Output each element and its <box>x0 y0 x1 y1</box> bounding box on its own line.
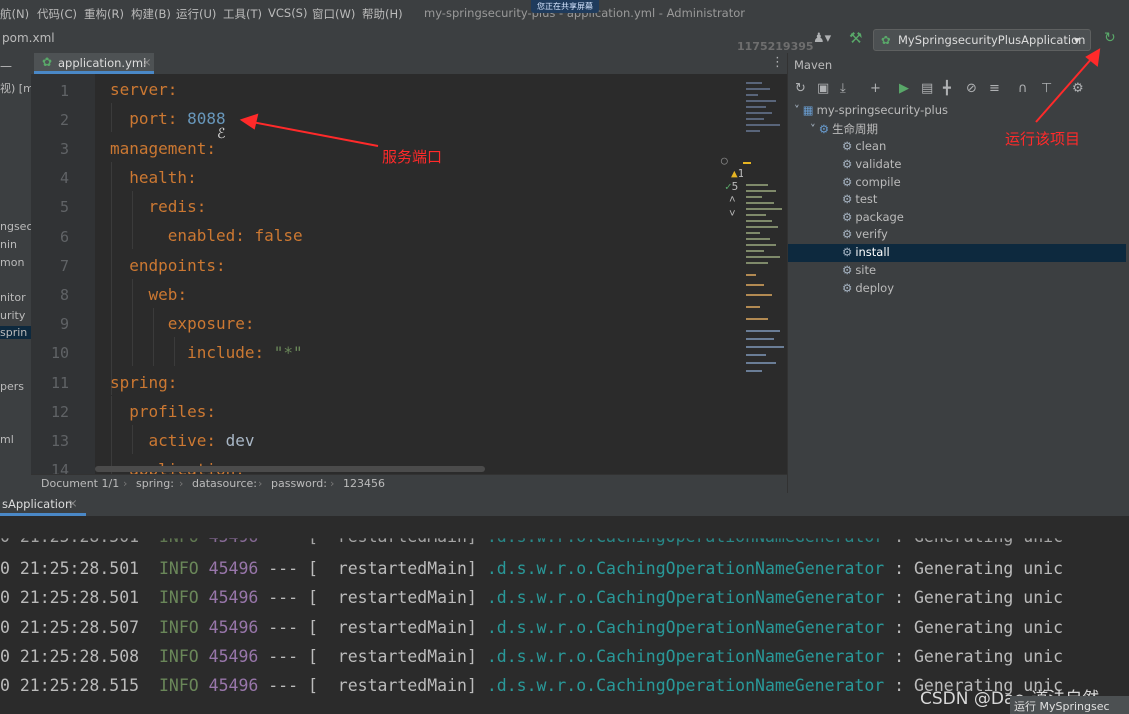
log-line-partial: 0 21:25:28.501 INFO 45496 --- [ restarte… <box>0 527 1064 546</box>
port-arrow-line <box>251 121 379 147</box>
port-arrow-head <box>239 113 259 130</box>
tab-run-application[interactable]: sApplication × <box>0 493 86 516</box>
run-tool-window-tabs: sApplication × <box>0 493 1129 517</box>
log-line: 0 21:25:28.515 INFO 45496 --- [ restarte… <box>0 676 1064 695</box>
log-line: 0 21:25:28.507 INFO 45496 --- [ restarte… <box>0 617 1064 637</box>
run-arrow-line <box>1035 56 1094 123</box>
log-line: 0 21:25:28.501 INFO 45496 --- [ restarte… <box>0 559 1064 578</box>
bottom-run-label: 运行 MySpringsec <box>1014 700 1110 713</box>
port-annotation: 服务端口 <box>382 148 443 166</box>
log-line: 0 21:25:28.508 INFO 45496 --- [ restarte… <box>0 646 1064 666</box>
bottom-run-tab[interactable]: 运行 MySpringsec <box>1010 696 1129 714</box>
run-annotation: 运行该项目 <box>1005 130 1081 148</box>
close-icon[interactable]: × <box>68 496 78 510</box>
run-tab-label: sApplication <box>2 497 73 511</box>
log-line: 0 21:25:28.501 INFO 45496 --- [ restarte… <box>0 588 1064 608</box>
